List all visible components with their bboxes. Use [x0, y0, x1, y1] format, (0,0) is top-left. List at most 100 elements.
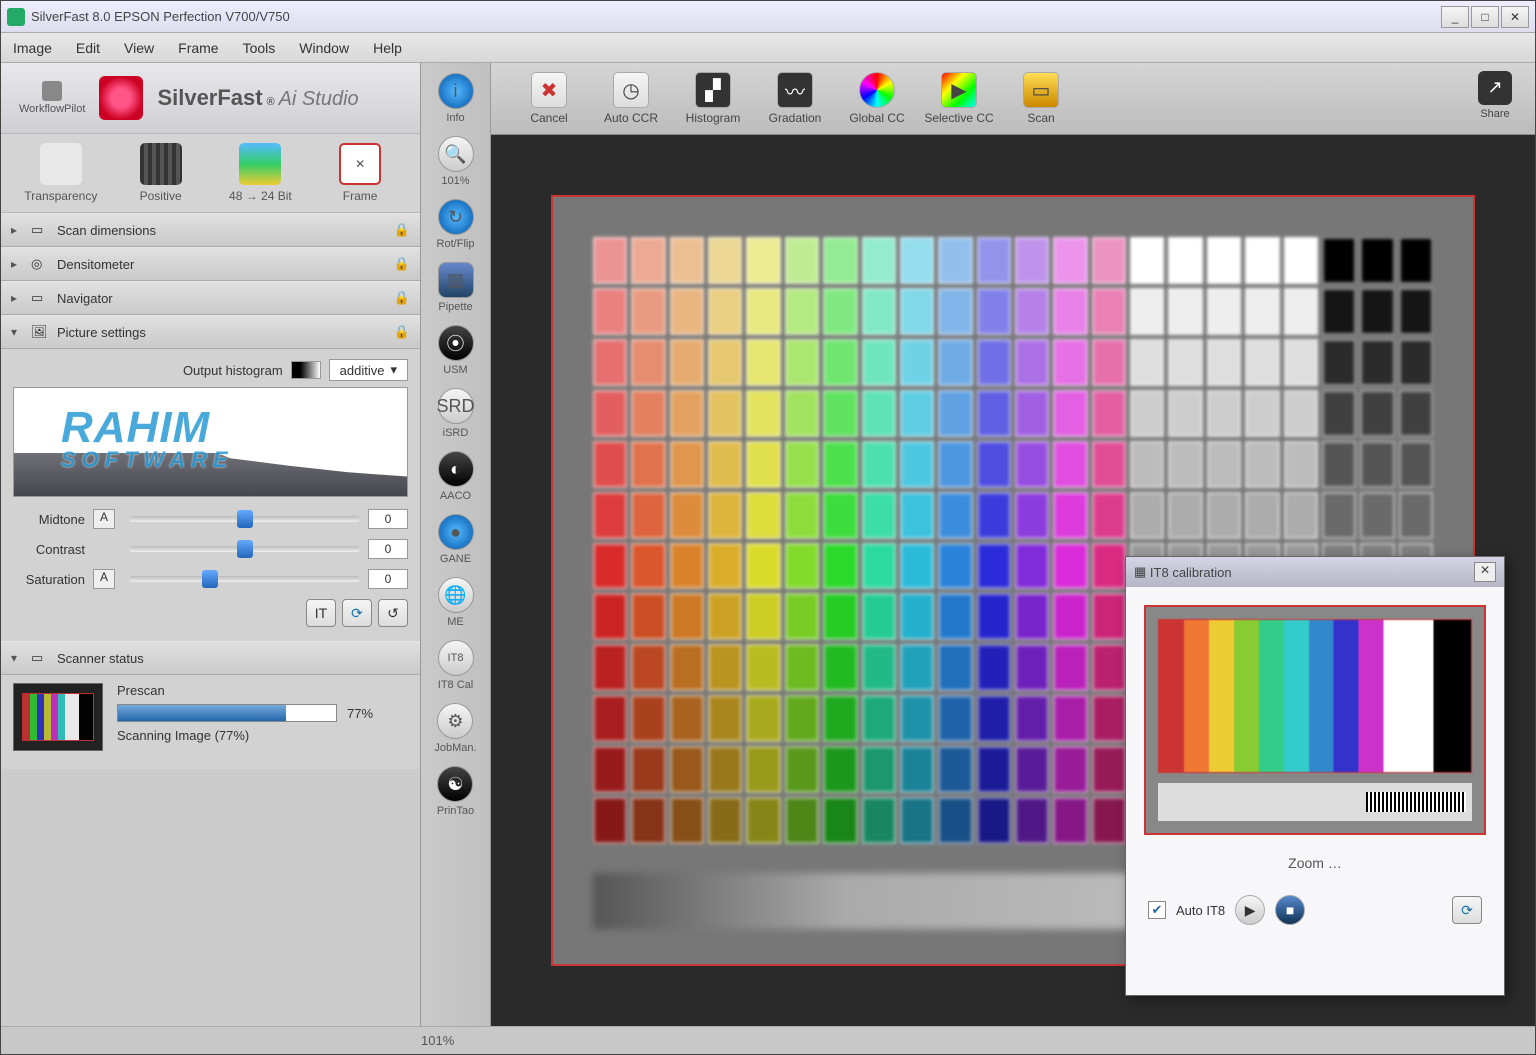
midtone-slider[interactable]: [129, 516, 360, 522]
jobman-button[interactable]: ⚙JobMan.: [434, 703, 476, 754]
contrast-label: Contrast: [13, 542, 93, 557]
pipette-icon: ▨: [438, 262, 474, 298]
printtao-button[interactable]: ☯PrinTao: [437, 766, 474, 817]
share-icon: ↗: [1478, 71, 1512, 105]
jobman-icon: ⚙: [437, 703, 473, 739]
menu-view[interactable]: View: [124, 40, 154, 56]
mode-frame-button[interactable]: ✕ Frame: [320, 143, 400, 203]
usm-icon: ⦿: [438, 325, 474, 361]
histogram-mode-value: additive: [340, 363, 385, 378]
maximize-button[interactable]: □: [1471, 6, 1499, 28]
it-button[interactable]: IT: [306, 599, 336, 627]
it8-title-text: IT8 calibration: [1150, 565, 1232, 580]
menu-help[interactable]: Help: [373, 40, 402, 56]
info-button[interactable]: iInfo: [438, 73, 474, 124]
usm-button[interactable]: ⦿USM: [438, 325, 474, 376]
close-button[interactable]: ✕: [1501, 6, 1529, 28]
mode-positive-button[interactable]: Positive: [121, 143, 201, 203]
it8-search-button[interactable]: ⟳: [1452, 896, 1482, 924]
it8cal-button[interactable]: IT8IT8 Cal: [438, 640, 474, 691]
minimize-button[interactable]: _: [1441, 6, 1469, 28]
acc-picture-settings[interactable]: ▾ 🖼 Picture settings 🔒: [1, 315, 420, 349]
saturation-value[interactable]: 0: [368, 569, 408, 589]
midtone-label: Midtone: [13, 512, 93, 527]
acc-scanner-status[interactable]: ▾ ▭ Scanner status: [1, 641, 420, 675]
saturation-auto-button[interactable]: A: [93, 569, 115, 589]
chevron-down-icon: ▾: [11, 651, 23, 665]
gane-label: GANE: [440, 553, 471, 565]
acc-navigator[interactable]: ▸ ▭ Navigator 🔒: [1, 281, 420, 315]
title-bar: SilverFast 8.0 EPSON Perfection V700/V75…: [1, 1, 1535, 33]
selectivecc-button[interactable]: ▶Selective CC: [921, 72, 997, 125]
mode-row: Transparency Positive 48 → 24 Bit ✕ Fram…: [1, 133, 420, 213]
target-icon: ◎: [31, 256, 49, 272]
aaco-icon: ◐: [438, 451, 474, 487]
autoccr-label: Auto CCR: [604, 111, 658, 125]
rotflip-button[interactable]: ↻Rot/Flip: [437, 199, 475, 250]
refresh-button[interactable]: ⟳: [342, 599, 372, 627]
globalcc-label: Global CC: [849, 111, 904, 125]
zoom-button[interactable]: 🔍101%: [438, 136, 474, 187]
aaco-label: AACO: [440, 490, 471, 502]
acc-picture-label: Picture settings: [57, 325, 146, 340]
menu-image[interactable]: Image: [13, 40, 52, 56]
positive-icon: [140, 143, 182, 185]
globalcc-button[interactable]: Global CC: [839, 72, 915, 125]
auto-it8-checkbox[interactable]: ✔: [1148, 901, 1166, 919]
share-button[interactable]: ↗Share: [1475, 71, 1515, 127]
stop-button[interactable]: ■: [1275, 895, 1305, 925]
status-bar: 101%: [1, 1026, 1535, 1054]
acc-densitometer[interactable]: ▸ ◎ Densitometer 🔒: [1, 247, 420, 281]
acc-scanner-status-label: Scanner status: [57, 651, 144, 666]
isrd-button[interactable]: SRDiSRD: [438, 388, 474, 439]
chevron-right-icon: ▸: [11, 257, 23, 271]
contrast-slider[interactable]: [129, 546, 360, 552]
scanner-icon: ▭: [31, 650, 49, 666]
chevron-down-icon: ▾: [11, 325, 23, 339]
scan-label: Scan: [1027, 111, 1054, 125]
scan-icon: ▭: [1023, 72, 1059, 108]
frame-icon: ✕: [339, 143, 381, 185]
tool-column: iInfo 🔍101% ↻Rot/Flip ▨ Pipette ⦿USM SRDi…: [421, 63, 491, 1026]
play-button[interactable]: ▶: [1235, 895, 1265, 925]
gane-button[interactable]: ●GANE: [438, 514, 474, 565]
mode-transparency-button[interactable]: Transparency: [21, 143, 101, 203]
reset-button[interactable]: ↺: [378, 599, 408, 627]
it8-title-bar[interactable]: ▦ IT8 calibration ✕: [1126, 557, 1504, 587]
info-label: Info: [446, 112, 464, 124]
gradation-button[interactable]: 〰Gradation: [757, 72, 833, 125]
pipette-button[interactable]: ▨ Pipette: [438, 262, 474, 313]
histogram-mode-select[interactable]: additive ▾: [329, 359, 408, 381]
midtone-auto-button[interactable]: A: [93, 509, 115, 529]
rotflip-label: Rot/Flip: [437, 238, 475, 250]
menu-window[interactable]: Window: [299, 40, 349, 56]
preview-canvas[interactable]: ▦ IT8 calibration ✕ Zoom … ✔ Auto IT8 ▶ …: [491, 135, 1535, 1026]
scan-button[interactable]: ▭ Scan: [1003, 72, 1079, 125]
aaco-button[interactable]: ◐ AACO: [438, 451, 474, 502]
autoccr-button[interactable]: ◷Auto CCR: [593, 72, 669, 125]
contrast-value[interactable]: 0: [368, 539, 408, 559]
acc-densitometer-label: Densitometer: [57, 257, 134, 272]
mode-bitdepth-button[interactable]: 48 → 24 Bit: [220, 143, 300, 203]
brand-text: SilverFast® Ai Studio: [157, 85, 358, 111]
it8-calibration-dialog[interactable]: ▦ IT8 calibration ✕ Zoom … ✔ Auto IT8 ▶ …: [1125, 556, 1505, 996]
auto-it8-label: Auto IT8: [1176, 903, 1225, 918]
prescan-thumbnail[interactable]: [13, 683, 103, 751]
cancel-button[interactable]: ✖Cancel: [511, 72, 587, 125]
saturation-slider[interactable]: [129, 576, 360, 582]
globalcc-icon: [859, 72, 895, 108]
acc-scan-dimensions[interactable]: ▸ ▭ Scan dimensions 🔒: [1, 213, 420, 247]
midtone-value[interactable]: 0: [368, 509, 408, 529]
workflow-pilot-icon: [42, 81, 62, 101]
mode-transparency-label: Transparency: [24, 189, 97, 203]
mode-positive-label: Positive: [140, 189, 182, 203]
histogram-button[interactable]: ▞Histogram: [675, 72, 751, 125]
pipette-label: Pipette: [438, 301, 472, 313]
lock-icon: 🔒: [394, 222, 410, 238]
me-button[interactable]: 🌐ME: [438, 577, 474, 628]
menu-edit[interactable]: Edit: [76, 40, 100, 56]
menu-tools[interactable]: Tools: [243, 40, 276, 56]
menu-frame[interactable]: Frame: [178, 40, 218, 56]
workflow-pilot-button[interactable]: WorkflowPilot: [19, 81, 85, 115]
it8-close-button[interactable]: ✕: [1474, 562, 1496, 582]
